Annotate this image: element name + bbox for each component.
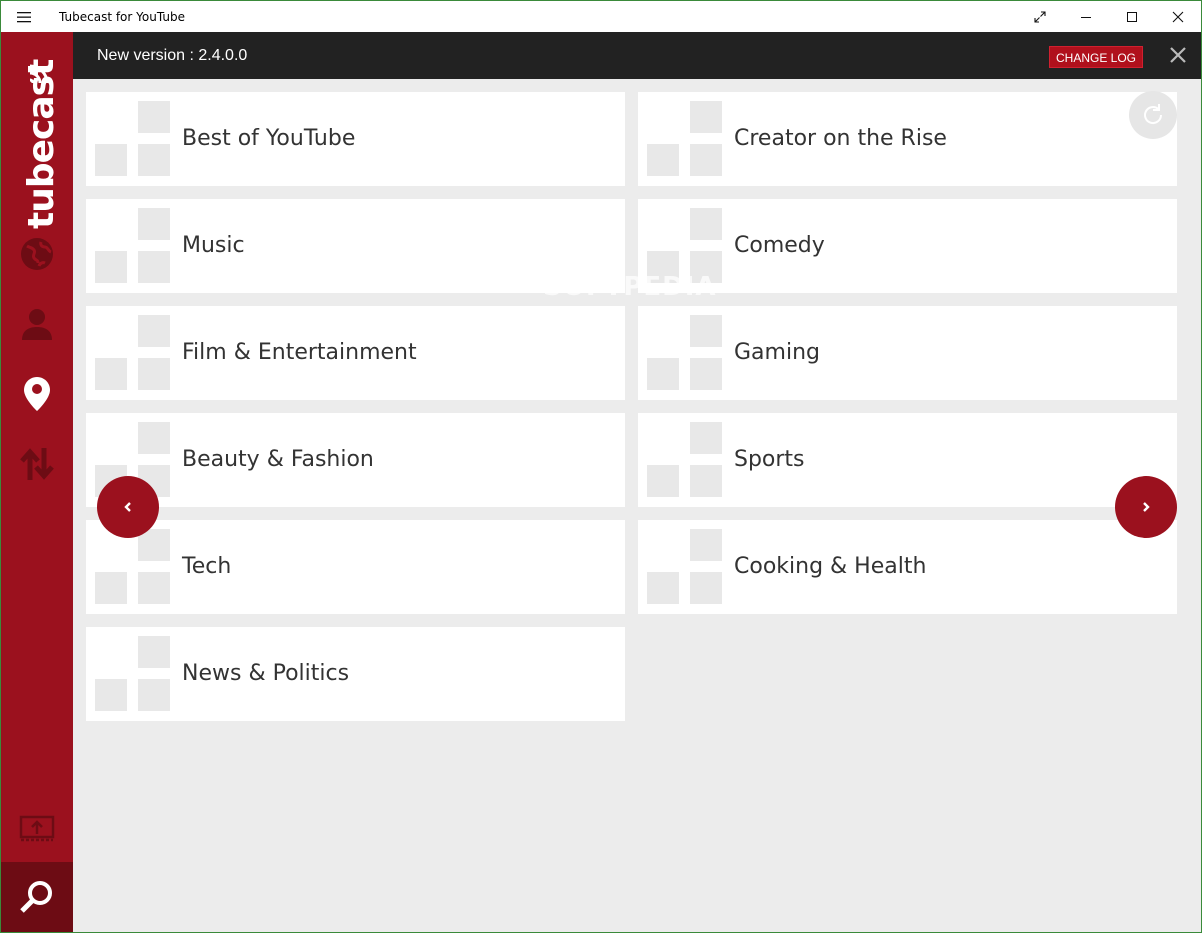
user-icon[interactable] — [17, 304, 57, 344]
tile-placeholder-square — [95, 572, 127, 604]
category-tile[interactable]: Cooking & Health — [638, 520, 1177, 614]
tile-placeholder-square — [647, 358, 679, 390]
category-tile[interactable]: Creator on the Rise — [638, 92, 1177, 186]
title-bar: Tubecast for YouTube — [1, 1, 1201, 32]
category-label: Film & Entertainment — [182, 340, 417, 365]
tile-placeholder-square — [647, 144, 679, 176]
logo-text: tubecast — [21, 59, 62, 229]
category-label: Tech — [182, 554, 232, 579]
tile-placeholder-square — [690, 101, 722, 133]
update-banner: New version : 2.4.0.0 CHANGE LOG — [73, 32, 1201, 79]
tile-placeholder-square — [138, 315, 170, 347]
globe-icon[interactable] — [17, 234, 57, 274]
tile-placeholder-square — [138, 251, 170, 283]
search-icon — [20, 881, 52, 913]
hamburger-menu-icon[interactable] — [1, 1, 47, 32]
category-label: Best of YouTube — [182, 126, 356, 151]
sidebar: tubecast — [1, 32, 73, 932]
tile-placeholder-square — [690, 208, 722, 240]
tile-placeholder-square — [138, 358, 170, 390]
tubecast-logo: tubecast — [11, 60, 65, 240]
tile-placeholder-square — [138, 101, 170, 133]
tile-placeholder-square — [138, 636, 170, 668]
category-tile[interactable]: News & Politics — [86, 627, 625, 721]
chevron-right-icon — [1143, 502, 1150, 512]
category-tile[interactable]: Sports — [638, 413, 1177, 507]
refresh-button[interactable] — [1129, 91, 1177, 139]
category-label: Gaming — [734, 340, 820, 365]
window-title: Tubecast for YouTube — [59, 9, 185, 24]
tile-placeholder-square — [690, 315, 722, 347]
tile-placeholder-square — [95, 358, 127, 390]
tile-placeholder-square — [690, 465, 722, 497]
tile-placeholder-square — [690, 358, 722, 390]
fullscreen-button[interactable] — [1017, 1, 1063, 32]
tile-placeholder-square — [95, 679, 127, 711]
tile-placeholder-square — [690, 422, 722, 454]
tile-placeholder-square — [138, 679, 170, 711]
main-content: New version : 2.4.0.0 CHANGE LOG Best of… — [73, 32, 1201, 932]
tile-placeholder-square — [138, 208, 170, 240]
category-label: Beauty & Fashion — [182, 447, 374, 472]
category-label: Comedy — [734, 233, 825, 258]
tile-placeholder-square — [647, 572, 679, 604]
tile-placeholder-square — [690, 572, 722, 604]
search-nav-button[interactable] — [1, 862, 73, 932]
location-pin-icon[interactable] — [17, 374, 57, 414]
tile-placeholder-square — [647, 465, 679, 497]
tile-placeholder-square — [138, 572, 170, 604]
close-button[interactable] — [1155, 1, 1201, 32]
tile-placeholder-square — [138, 422, 170, 454]
category-tile[interactable]: Tech — [86, 520, 625, 614]
category-tile[interactable]: Comedy — [638, 199, 1177, 293]
tile-placeholder-square — [138, 144, 170, 176]
watermark-text: SOFTPEDIA — [543, 272, 717, 302]
maximize-button[interactable] — [1109, 1, 1155, 32]
category-label: Sports — [734, 447, 805, 472]
tile-placeholder-square — [690, 529, 722, 561]
category-tile[interactable]: Beauty & Fashion — [86, 413, 625, 507]
version-text: New version : 2.4.0.0 — [97, 46, 248, 64]
cast-screen-icon[interactable] — [17, 809, 57, 849]
category-label: Creator on the Rise — [734, 126, 947, 151]
close-banner-icon[interactable] — [1167, 44, 1189, 66]
category-tile[interactable]: Best of YouTube — [86, 92, 625, 186]
category-label: Cooking & Health — [734, 554, 927, 579]
refresh-icon — [1144, 104, 1163, 124]
category-label: News & Politics — [182, 661, 350, 686]
previous-page-button[interactable] — [97, 476, 159, 538]
category-tile[interactable]: Gaming — [638, 306, 1177, 400]
tile-placeholder-square — [690, 144, 722, 176]
chevron-left-icon — [124, 502, 131, 512]
tile-placeholder-square — [95, 144, 127, 176]
category-tile[interactable]: Film & Entertainment — [86, 306, 625, 400]
change-log-button[interactable]: CHANGE LOG — [1048, 46, 1143, 68]
next-page-button[interactable] — [1115, 476, 1177, 538]
tile-placeholder-square — [95, 251, 127, 283]
minimize-button[interactable] — [1063, 1, 1109, 32]
sort-arrows-icon[interactable] — [17, 444, 57, 484]
category-label: Music — [182, 233, 245, 258]
